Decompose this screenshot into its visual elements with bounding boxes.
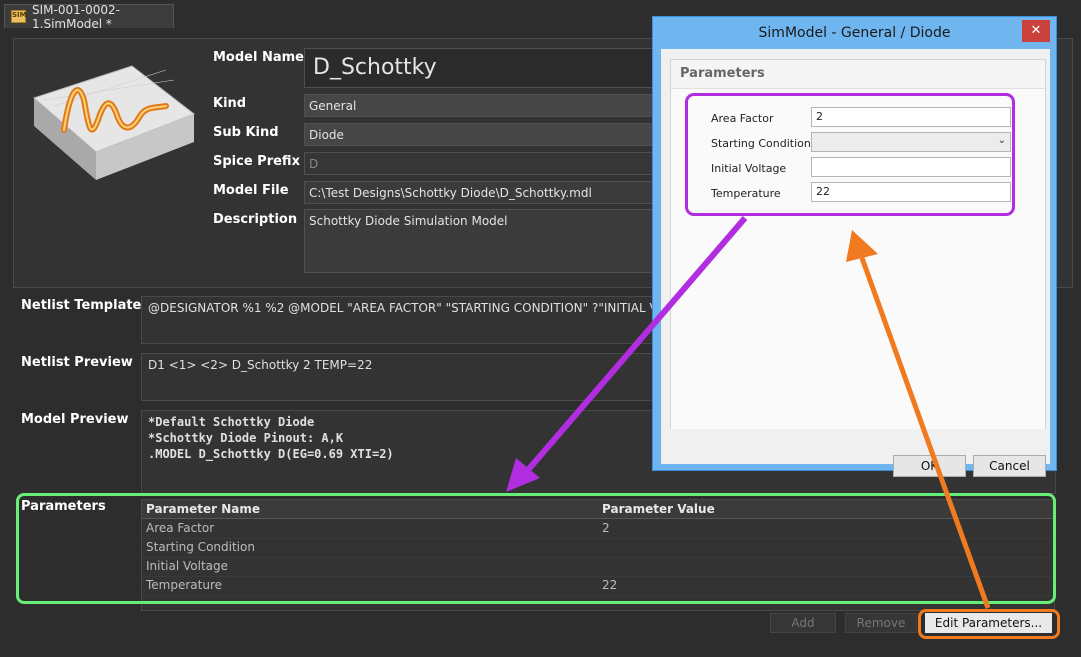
orange-arrowhead-icon [846,230,878,262]
orange-arrow-line [859,257,991,609]
callout-arrows [506,216,991,609]
purple-arrow-line [525,216,748,472]
